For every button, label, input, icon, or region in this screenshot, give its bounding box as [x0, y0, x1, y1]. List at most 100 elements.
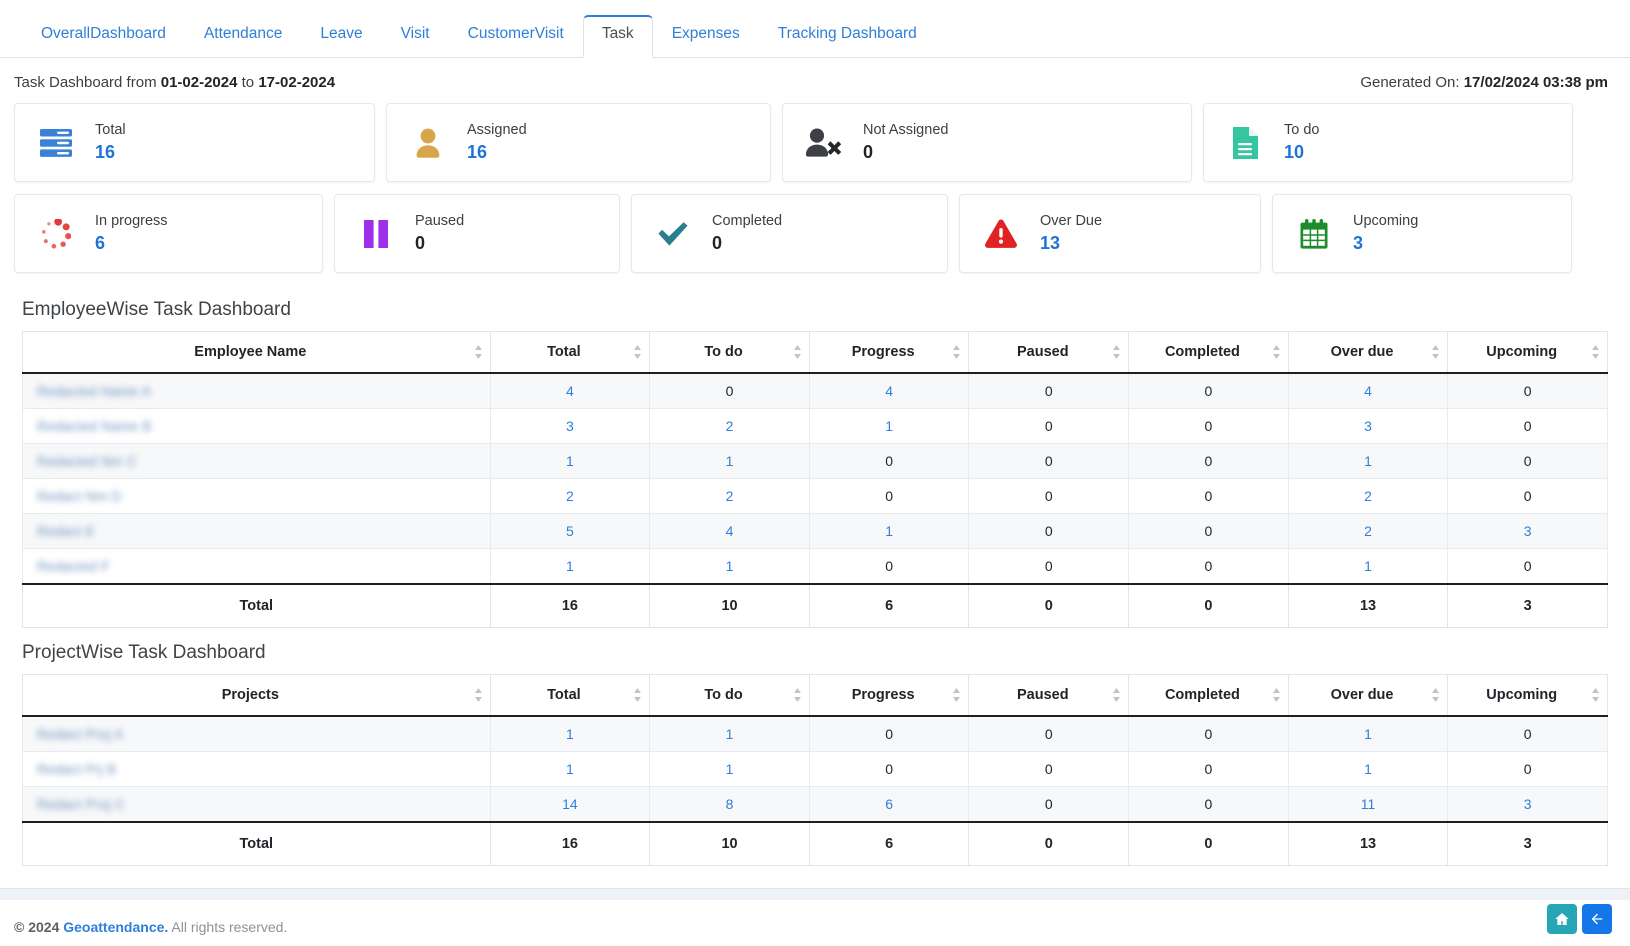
row-value-cell[interactable]: 1 [809, 409, 969, 444]
column-header-paused[interactable]: Paused [969, 332, 1129, 374]
value-link[interactable]: 4 [885, 383, 893, 399]
row-value-cell[interactable]: 6 [809, 787, 969, 823]
column-header-to-do[interactable]: To do [650, 675, 810, 717]
home-button[interactable] [1547, 904, 1577, 934]
value-link[interactable]: 1 [885, 523, 893, 539]
column-header-over-due[interactable]: Over due [1288, 332, 1448, 374]
row-value-cell[interactable]: 1 [650, 444, 810, 479]
column-header-total[interactable]: Total [490, 675, 650, 717]
row-value-cell[interactable]: 2 [1288, 479, 1448, 514]
value-link[interactable]: 1 [566, 558, 574, 574]
row-name-cell[interactable]: Redact Prj B [23, 752, 491, 787]
row-value-cell[interactable]: 2 [650, 409, 810, 444]
value-link[interactable]: 1 [1364, 726, 1372, 742]
column-header-employee-name[interactable]: Employee Name [23, 332, 491, 374]
row-value-cell[interactable]: 1 [1288, 716, 1448, 752]
value-link[interactable]: 1 [726, 761, 734, 777]
value-link[interactable]: 11 [1361, 796, 1376, 812]
column-header-total[interactable]: Total [490, 332, 650, 374]
row-value-cell[interactable]: 1 [1288, 444, 1448, 479]
value-link[interactable]: 2 [726, 418, 734, 434]
row-value-cell[interactable]: 3 [1448, 787, 1608, 823]
value-link[interactable]: 3 [1524, 523, 1532, 539]
column-header-to-do[interactable]: To do [650, 332, 810, 374]
value-link[interactable]: 1 [1364, 558, 1372, 574]
tab-overalldashboard[interactable]: OverallDashboard [22, 15, 185, 58]
value-link[interactable]: 1 [726, 558, 734, 574]
row-value-cell[interactable]: 4 [809, 373, 969, 409]
value-link[interactable]: 1 [1364, 761, 1372, 777]
value-link[interactable]: 3 [1364, 418, 1372, 434]
stat-card-to-do[interactable]: To do10 [1203, 103, 1573, 182]
column-header-upcoming[interactable]: Upcoming [1448, 675, 1608, 717]
brand-name[interactable]: Geoattendance. [63, 919, 168, 935]
value-link[interactable]: 1 [726, 726, 734, 742]
value-link[interactable]: 2 [1364, 523, 1372, 539]
row-name-cell[interactable]: Redacted Nm C [23, 444, 491, 479]
column-header-projects[interactable]: Projects [23, 675, 491, 717]
row-value-cell[interactable]: 1 [650, 752, 810, 787]
value-link[interactable]: 5 [566, 523, 574, 539]
row-name-cell[interactable]: Redacted Name A [23, 373, 491, 409]
stat-card-over-due[interactable]: Over Due13 [959, 194, 1261, 273]
value-link[interactable]: 4 [566, 383, 574, 399]
tab-visit[interactable]: Visit [382, 15, 449, 58]
row-value-cell[interactable]: 3 [1288, 409, 1448, 444]
value-link[interactable]: 1 [885, 418, 893, 434]
row-value-cell[interactable]: 1 [490, 549, 650, 585]
stat-card-total[interactable]: Total16 [14, 103, 375, 182]
row-value-cell[interactable]: 3 [490, 409, 650, 444]
tab-attendance[interactable]: Attendance [185, 15, 301, 58]
value-link[interactable]: 14 [562, 796, 578, 812]
row-value-cell[interactable]: 1 [490, 752, 650, 787]
value-link[interactable]: 1 [566, 726, 574, 742]
tab-customervisit[interactable]: CustomerVisit [449, 15, 583, 58]
stat-card-not-assigned[interactable]: Not Assigned0 [782, 103, 1192, 182]
tab-tracking-dashboard[interactable]: Tracking Dashboard [759, 15, 936, 58]
stat-card-in-progress[interactable]: In progress6 [14, 194, 323, 273]
value-link[interactable]: 3 [566, 418, 574, 434]
column-header-paused[interactable]: Paused [969, 675, 1129, 717]
row-name-cell[interactable]: Redact E [23, 514, 491, 549]
row-value-cell[interactable]: 2 [650, 479, 810, 514]
value-link[interactable]: 3 [1524, 796, 1532, 812]
value-link[interactable]: 2 [726, 488, 734, 504]
value-link[interactable]: 1 [566, 453, 574, 469]
row-value-cell[interactable]: 11 [1288, 787, 1448, 823]
row-value-cell[interactable]: 1 [1288, 549, 1448, 585]
value-link[interactable]: 1 [726, 453, 734, 469]
column-header-progress[interactable]: Progress [809, 332, 969, 374]
row-value-cell[interactable]: 5 [490, 514, 650, 549]
row-name-cell[interactable]: Redact Nm D [23, 479, 491, 514]
row-value-cell[interactable]: 2 [490, 479, 650, 514]
tab-leave[interactable]: Leave [301, 15, 381, 58]
stat-card-completed[interactable]: Completed0 [631, 194, 948, 273]
stat-card-upcoming[interactable]: Upcoming3 [1272, 194, 1572, 273]
value-link[interactable]: 4 [1364, 383, 1372, 399]
row-value-cell[interactable]: 1 [650, 716, 810, 752]
value-link[interactable]: 8 [726, 796, 734, 812]
row-value-cell[interactable]: 1 [490, 444, 650, 479]
value-link[interactable]: 6 [885, 796, 893, 812]
row-name-cell[interactable]: Redact Proj C [23, 787, 491, 823]
row-value-cell[interactable]: 4 [650, 514, 810, 549]
row-name-cell[interactable]: Redact Proj A [23, 716, 491, 752]
row-name-cell[interactable]: Redacted Name B [23, 409, 491, 444]
value-link[interactable]: 1 [566, 761, 574, 777]
row-value-cell[interactable]: 1 [650, 549, 810, 585]
column-header-completed[interactable]: Completed [1129, 332, 1289, 374]
row-value-cell[interactable]: 3 [1448, 514, 1608, 549]
row-value-cell[interactable]: 2 [1288, 514, 1448, 549]
row-name-cell[interactable]: Redacted F [23, 549, 491, 585]
tab-task[interactable]: Task [583, 15, 653, 58]
back-button[interactable] [1582, 904, 1612, 934]
column-header-completed[interactable]: Completed [1129, 675, 1289, 717]
row-value-cell[interactable]: 14 [490, 787, 650, 823]
row-value-cell[interactable]: 1 [809, 514, 969, 549]
stat-card-assigned[interactable]: Assigned16 [386, 103, 771, 182]
row-value-cell[interactable]: 4 [490, 373, 650, 409]
value-link[interactable]: 2 [566, 488, 574, 504]
tab-expenses[interactable]: Expenses [653, 15, 759, 58]
row-value-cell[interactable]: 1 [490, 716, 650, 752]
row-value-cell[interactable]: 4 [1288, 373, 1448, 409]
